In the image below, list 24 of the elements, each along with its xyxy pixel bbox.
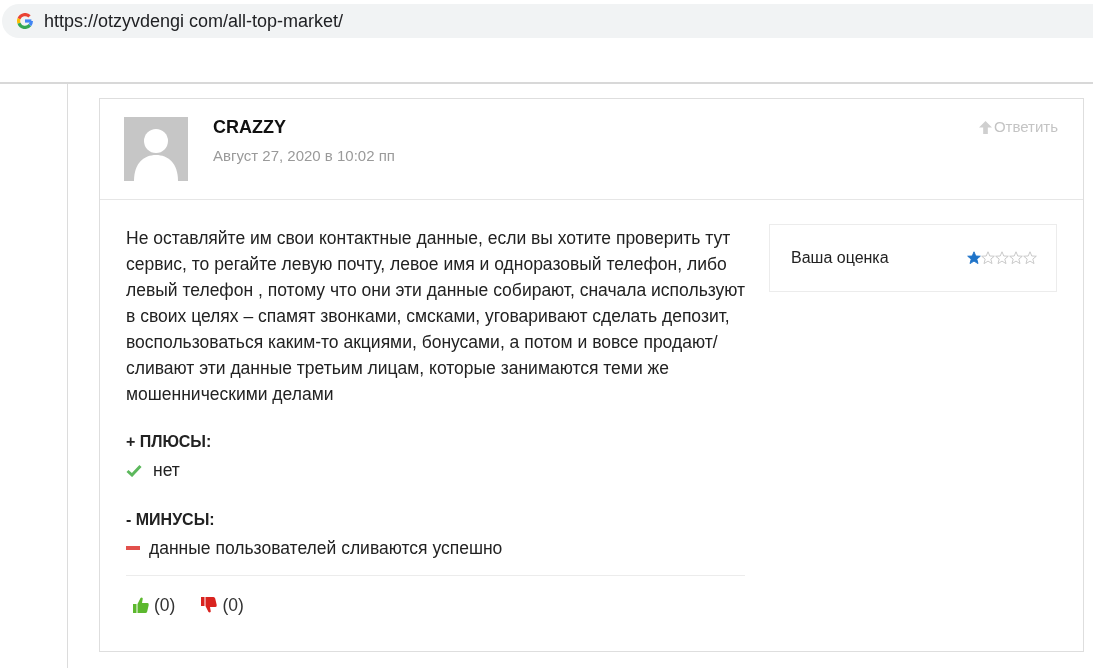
- comment-date: Август 27, 2020 в 10:02 пп: [213, 148, 395, 164]
- arrow-up-icon: [978, 120, 992, 134]
- comment-text: Не оставляйте им свои контактные данные, если вы хотите проверить тут сервис, то регайте левую почту, левое имя и одноразовый телефон, либо левый телефон , потому что они эти данные собирают, сначала используют в своих целях – спамят звонками, смсками, уговаривают сделать депозит, воспользоваться каким-то акциями, бонусами, а потом и вовсе продают/ сливают эти данные третьим лицам, которые занимаются теми же мошенническими делами: [126, 227, 747, 406]
- dislike-button[interactable]: (0): [201, 595, 244, 615]
- minus-icon: [126, 546, 140, 550]
- star-icon: [967, 251, 981, 265]
- google-icon: [17, 13, 33, 29]
- thumbs-down-icon: [201, 597, 218, 613]
- cons-item: данные пользователей сливаются успешно: [149, 538, 503, 558]
- cons-heading: - МИНУСЫ:: [126, 510, 216, 530]
- address-bar[interactable]: https://otzyvdengi com/all-top-market/: [2, 4, 1093, 38]
- star-rating[interactable]: [967, 251, 1037, 265]
- avatar-placeholder: [124, 117, 188, 181]
- pros-heading: + ПЛЮСЫ:: [126, 432, 213, 452]
- star-icon: [1009, 251, 1023, 265]
- star-icon: [981, 251, 995, 265]
- rating-label: Ваша оценка: [791, 249, 889, 267]
- like-button[interactable]: (0): [133, 595, 176, 615]
- pros-item: нет: [153, 460, 180, 480]
- thumbs-up-icon: [133, 597, 149, 613]
- check-icon: [126, 463, 142, 477]
- star-icon: [995, 251, 1009, 265]
- author-name: CRAZZY: [213, 117, 287, 137]
- star-icon: [1023, 251, 1037, 265]
